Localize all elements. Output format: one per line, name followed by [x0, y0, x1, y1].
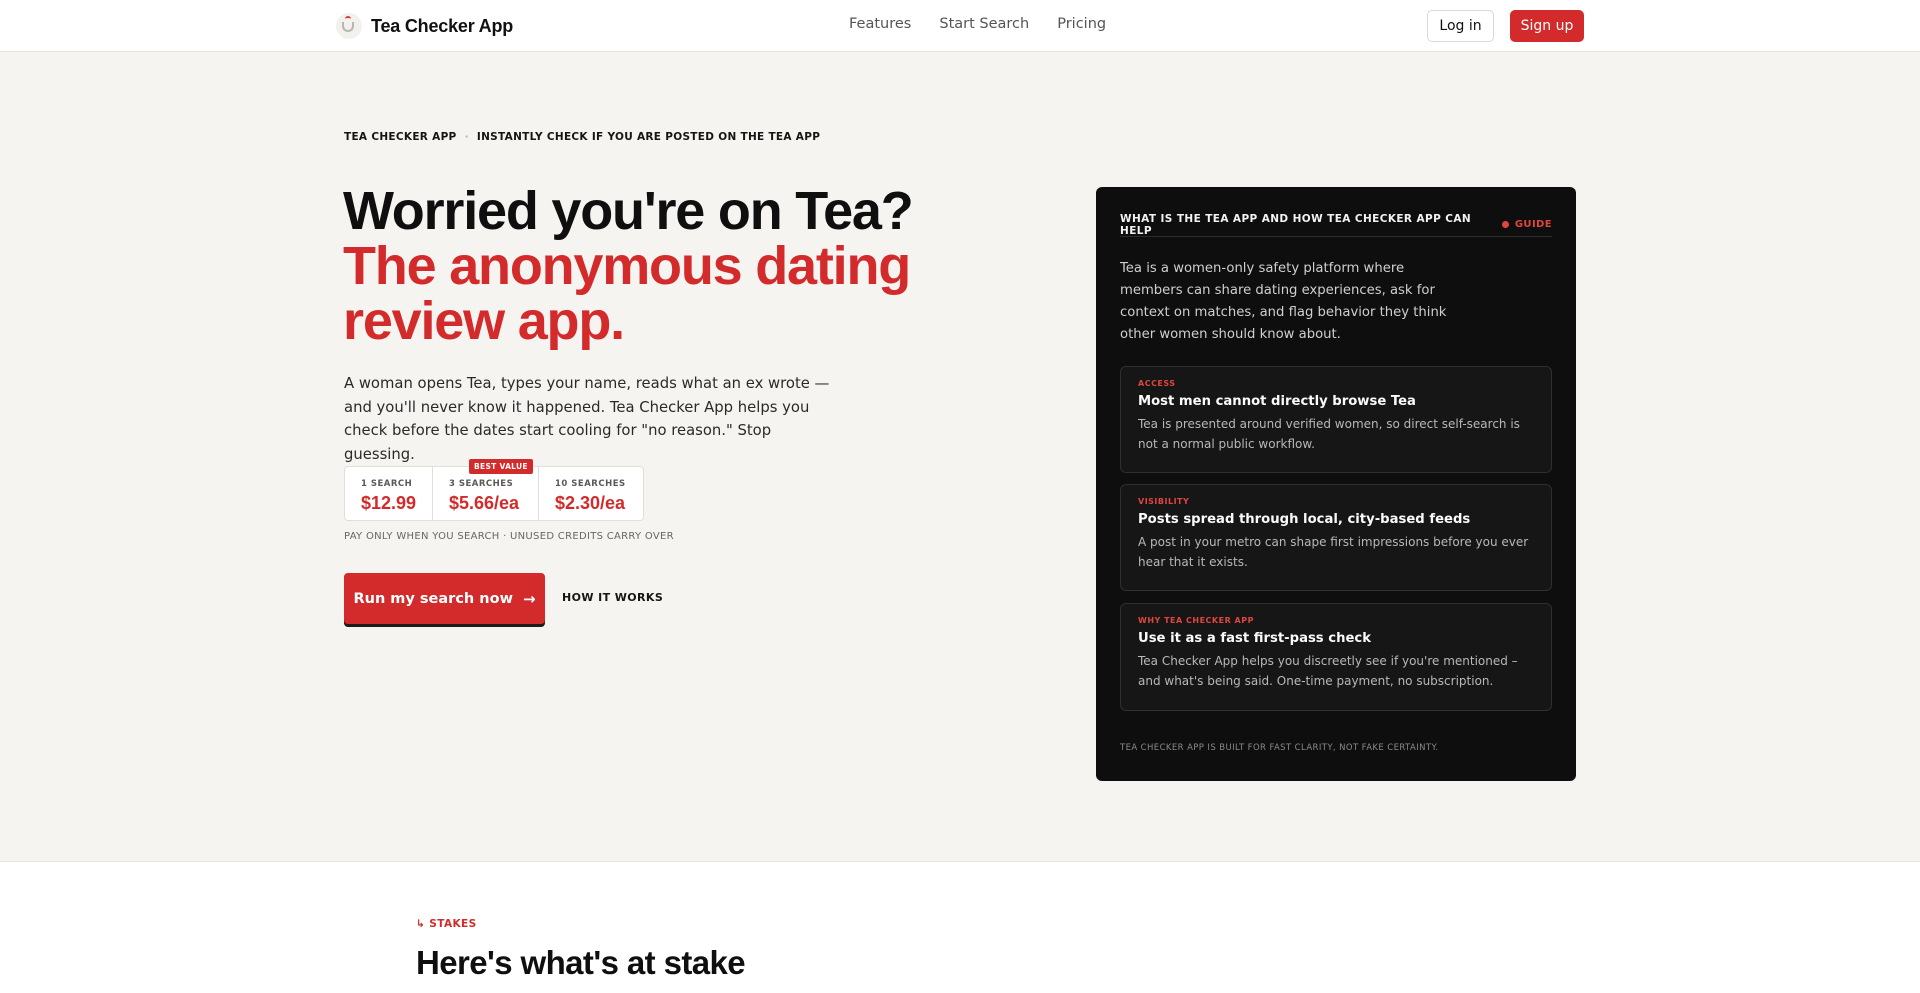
eyebrow-brand: TEA CHECKER APP: [344, 131, 457, 143]
nav-link-pricing[interactable]: Pricing: [1057, 16, 1106, 32]
headline-line-1: Worried you're on Tea?: [343, 181, 914, 241]
signup-button[interactable]: Sign up: [1510, 10, 1584, 42]
price-option-3-searches[interactable]: BEST VALUE 3 SEARCHES $5.66/ea: [433, 459, 539, 520]
card-title: WHAT IS THE TEA APP AND HOW TEA CHECKER …: [1120, 213, 1472, 237]
stakes-title: Here's what's at stake: [416, 944, 746, 981]
top-nav: Tea Checker App Features Start Search Pr…: [0, 0, 1920, 52]
guide-label: GUIDE: [1501, 213, 1552, 236]
arrow-right-icon: →: [522, 589, 536, 608]
tea-guide-card: WHAT IS THE TEA APP AND HOW TEA CHECKER …: [1096, 187, 1576, 781]
headline-line-2: The anonymous dating review app.: [343, 236, 911, 351]
cta-label: Run my search now: [353, 590, 513, 607]
tea-cup-icon: [336, 13, 362, 39]
info-title: Most men cannot directly browse Tea: [1138, 394, 1416, 409]
how-it-works-link[interactable]: HOW IT WORKS: [562, 591, 663, 604]
info-box-visibility: VISIBILITY Posts spread through local, c…: [1120, 484, 1552, 591]
price-option-1-search[interactable]: 1 SEARCH $12.99: [345, 467, 433, 520]
guide-text: GUIDE: [1514, 219, 1552, 230]
stakes-eyebrow: ↳ STAKES: [416, 918, 477, 930]
info-tag: WHY TEA CHECKER APP: [1138, 616, 1254, 625]
card-header: WHAT IS THE TEA APP AND HOW TEA CHECKER …: [1120, 213, 1552, 237]
info-box-why: WHY TEA CHECKER APP Use it as a fast fir…: [1120, 603, 1552, 711]
stakes-section: ↳ STAKES Here's what's at stake: [0, 861, 1920, 993]
price-value: $12.99: [361, 493, 417, 513]
info-body: A post in your metro can shape first imp…: [1138, 535, 1529, 569]
nav-links: Features Start Search Pricing: [849, 16, 1106, 32]
card-intro: Tea is a women-only safety platform wher…: [1120, 261, 1447, 342]
info-title: Posts spread through local, city-based f…: [1138, 512, 1471, 527]
eyebrow-separator: ·: [464, 131, 469, 143]
price-option-10-searches[interactable]: 10 SEARCHES $2.30/ea: [539, 467, 643, 520]
price-label: 10 SEARCHES: [555, 479, 626, 489]
info-title: Use it as a fast first-pass check: [1138, 631, 1371, 646]
pricing-options: 1 SEARCH $12.99 BEST VALUE 3 SEARCHES $5…: [344, 459, 644, 521]
price-label: 3 SEARCHES: [449, 479, 514, 489]
info-box-access: ACCESS Most men cannot directly browse T…: [1120, 366, 1552, 473]
red-dot-icon: [1501, 221, 1509, 228]
nav-link-features[interactable]: Features: [849, 16, 911, 32]
price-value: $2.30/ea: [555, 493, 626, 513]
brand-name: Tea Checker App: [371, 15, 514, 36]
info-tag: VISIBILITY: [1138, 497, 1190, 506]
hero-headline: Worried you're on Tea? The anonymous dat…: [343, 184, 963, 349]
login-button[interactable]: Log in: [1427, 10, 1494, 42]
price-note: PAY ONLY WHEN YOU SEARCH · UNUSED CREDIT…: [344, 531, 674, 542]
brand[interactable]: Tea Checker App: [336, 13, 513, 39]
run-search-button[interactable]: Run my search now →: [344, 573, 545, 624]
nav-link-start-search[interactable]: Start Search: [939, 16, 1029, 32]
price-value: $5.66/ea: [449, 493, 520, 513]
card-footer: TEA CHECKER APP IS BUILT FOR FAST CLARIT…: [1120, 743, 1439, 753]
hero-eyebrow: TEA CHECKER APP · INSTANTLY CHECK IF YOU…: [344, 131, 820, 143]
eyebrow-tagline: INSTANTLY CHECK IF YOU ARE POSTED ON THE…: [476, 131, 821, 143]
hero-lede: A woman opens Tea, types your name, read…: [344, 375, 830, 463]
info-body: Tea is presented around verified women, …: [1138, 417, 1520, 451]
info-body: Tea Checker App helps you discreetly see…: [1138, 654, 1518, 688]
best-value-badge: BEST VALUE: [469, 459, 533, 474]
price-label: 1 SEARCH: [361, 479, 413, 489]
info-tag: ACCESS: [1138, 379, 1176, 388]
